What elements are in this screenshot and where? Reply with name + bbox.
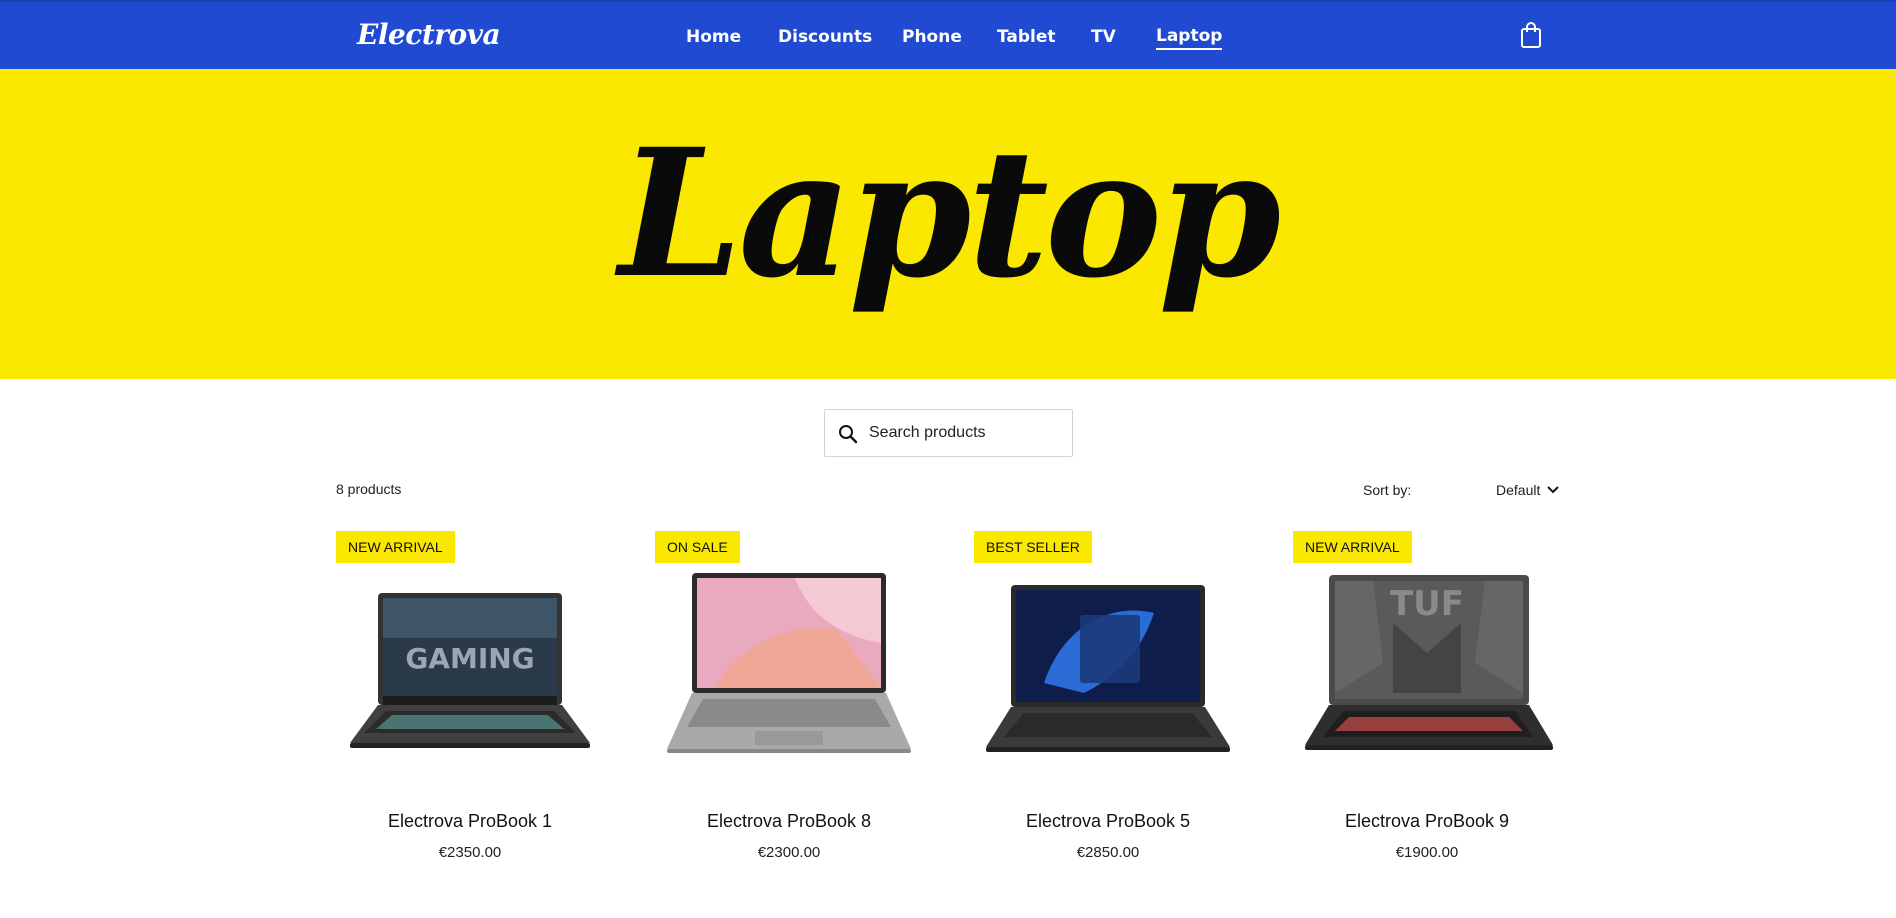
search-icon[interactable]	[837, 423, 859, 445]
product-name[interactable]: Electrova ProBook 9	[1293, 811, 1561, 832]
product-badge: ON SALE	[655, 531, 740, 563]
product-name[interactable]: Electrova ProBook 1	[336, 811, 604, 832]
nav-home[interactable]: Home	[686, 24, 741, 50]
nav-tablet[interactable]: Tablet	[997, 24, 1056, 50]
nav-phone[interactable]: Phone	[902, 24, 962, 50]
svg-text:GAMING: GAMING	[405, 642, 534, 675]
product-card[interactable]: NEW ARRIVAL GAMING Electrova ProBook 1 €…	[336, 531, 604, 871]
product-count: 8 products	[336, 481, 402, 497]
laptop-image: GAMING	[350, 593, 590, 748]
product-price: €2350.00	[438, 844, 502, 861]
top-nav-bar: Electrova Home Discounts Phone Tablet TV…	[0, 0, 1896, 69]
product-card[interactable]: ON SALE Electrova ProBook 8 €2300.00	[655, 531, 923, 871]
sort-value: Default	[1496, 482, 1541, 498]
search-box	[824, 409, 1073, 457]
product-price: €2300.00	[757, 844, 821, 861]
search-input[interactable]	[869, 418, 1064, 448]
sort-dropdown[interactable]: Default	[1496, 478, 1562, 502]
product-name[interactable]: Electrova ProBook 8	[655, 811, 923, 832]
hero-banner: Laptop	[0, 69, 1896, 379]
product-price: €2850.00	[1076, 844, 1140, 861]
product-price: €1900.00	[1395, 844, 1459, 861]
nav-discounts[interactable]: Discounts	[778, 24, 872, 50]
product-card[interactable]: NEW ARRIVAL TUF Electrova ProBook 9 €190…	[1293, 531, 1561, 871]
product-name[interactable]: Electrova ProBook 5	[974, 811, 1242, 832]
hero-title: Laptop	[618, 110, 1282, 317]
product-badge: NEW ARRIVAL	[1293, 531, 1412, 563]
chevron-down-icon	[1547, 486, 1559, 494]
sort-label: Sort by:	[1363, 482, 1412, 498]
product-badge: BEST SELLER	[974, 531, 1092, 563]
laptop-image: TUF	[1305, 575, 1553, 750]
nav-tv[interactable]: TV	[1091, 24, 1116, 50]
nav-laptop[interactable]: Laptop	[1156, 24, 1223, 50]
main-nav: Home Discounts Phone Tablet TV Laptop	[0, 24, 1896, 54]
product-badge: NEW ARRIVAL	[336, 531, 455, 563]
laptop-image	[986, 585, 1230, 752]
product-card[interactable]: BEST SELLER Electrova ProBook 5 €2850.00	[974, 531, 1242, 871]
laptop-image	[667, 573, 911, 753]
shopping-bag-icon[interactable]	[1520, 22, 1542, 48]
svg-text:TUF: TUF	[1390, 584, 1464, 624]
